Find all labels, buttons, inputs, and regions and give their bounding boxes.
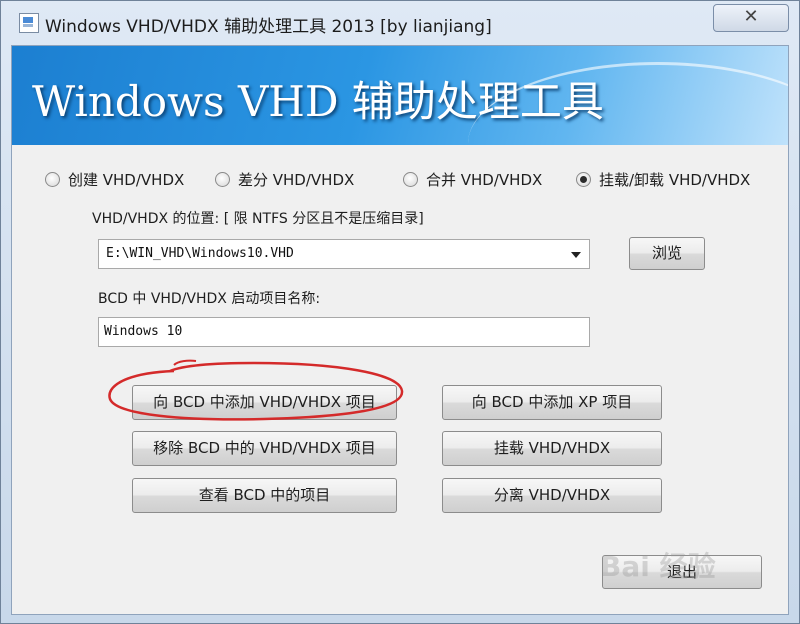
- main-panel: 创建 VHD/VHDX 差分 VHD/VHDX 合并 VHD/VHDX 挂载/卸…: [12, 145, 788, 614]
- close-button[interactable]: ✕: [713, 4, 789, 32]
- annotation-circle: [108, 359, 404, 421]
- view-bcd-button[interactable]: 查看 BCD 中的项目: [132, 478, 397, 513]
- watermark: Bai 经验: [600, 550, 716, 583]
- radio-circle-checked-icon[interactable]: [576, 172, 591, 187]
- location-value: E:\WIN_VHD\Windows10.VHD: [106, 246, 294, 261]
- radio-label: 合并 VHD/VHDX: [426, 171, 543, 189]
- bcd-name-label: BCD 中 VHD/VHDX 启动项目名称:: [98, 291, 321, 307]
- dropdown-arrow-icon[interactable]: [571, 252, 581, 258]
- radio-circle-icon[interactable]: [45, 172, 60, 187]
- title-bar[interactable]: Windows VHD/VHDX 辅助处理工具 2013 [by lianjia…: [1, 1, 799, 45]
- app-window: Windows VHD/VHDX 辅助处理工具 2013 [by lianjia…: [0, 0, 800, 624]
- bcd-name-value: Windows 10: [104, 324, 183, 339]
- mode-radio-group: 创建 VHD/VHDX 差分 VHD/VHDX 合并 VHD/VHDX 挂载/卸…: [12, 169, 788, 191]
- radio-label: 挂载/卸载 VHD/VHDX: [599, 171, 751, 189]
- location-combobox[interactable]: E:\WIN_VHD\Windows10.VHD: [98, 239, 590, 269]
- location-label: VHD/VHDX 的位置: [ 限 NTFS 分区且不是压缩目录]: [92, 211, 424, 227]
- radio-circle-icon[interactable]: [215, 172, 230, 187]
- mount-vhd-button[interactable]: 挂载 VHD/VHDX: [442, 431, 662, 466]
- window-title: Windows VHD/VHDX 辅助处理工具 2013 [by lianjia…: [45, 17, 492, 37]
- add-xp-button[interactable]: 向 BCD 中添加 XP 项目: [442, 385, 662, 420]
- remove-vhd-button[interactable]: 移除 BCD 中的 VHD/VHDX 项目: [132, 431, 397, 466]
- app-icon: [19, 13, 39, 33]
- bcd-name-input[interactable]: Windows 10: [98, 317, 590, 347]
- banner-title: Windows VHD 辅助处理工具: [32, 77, 604, 126]
- browse-button[interactable]: 浏览: [629, 237, 705, 270]
- detach-vhd-button[interactable]: 分离 VHD/VHDX: [442, 478, 662, 513]
- radio-label: 创建 VHD/VHDX: [68, 171, 185, 189]
- client-area: Windows VHD 辅助处理工具 创建 VHD/VHDX 差分 VHD/VH…: [11, 45, 789, 615]
- header-banner: Windows VHD 辅助处理工具: [12, 46, 788, 145]
- radio-circle-icon[interactable]: [403, 172, 418, 187]
- radio-label: 差分 VHD/VHDX: [238, 171, 355, 189]
